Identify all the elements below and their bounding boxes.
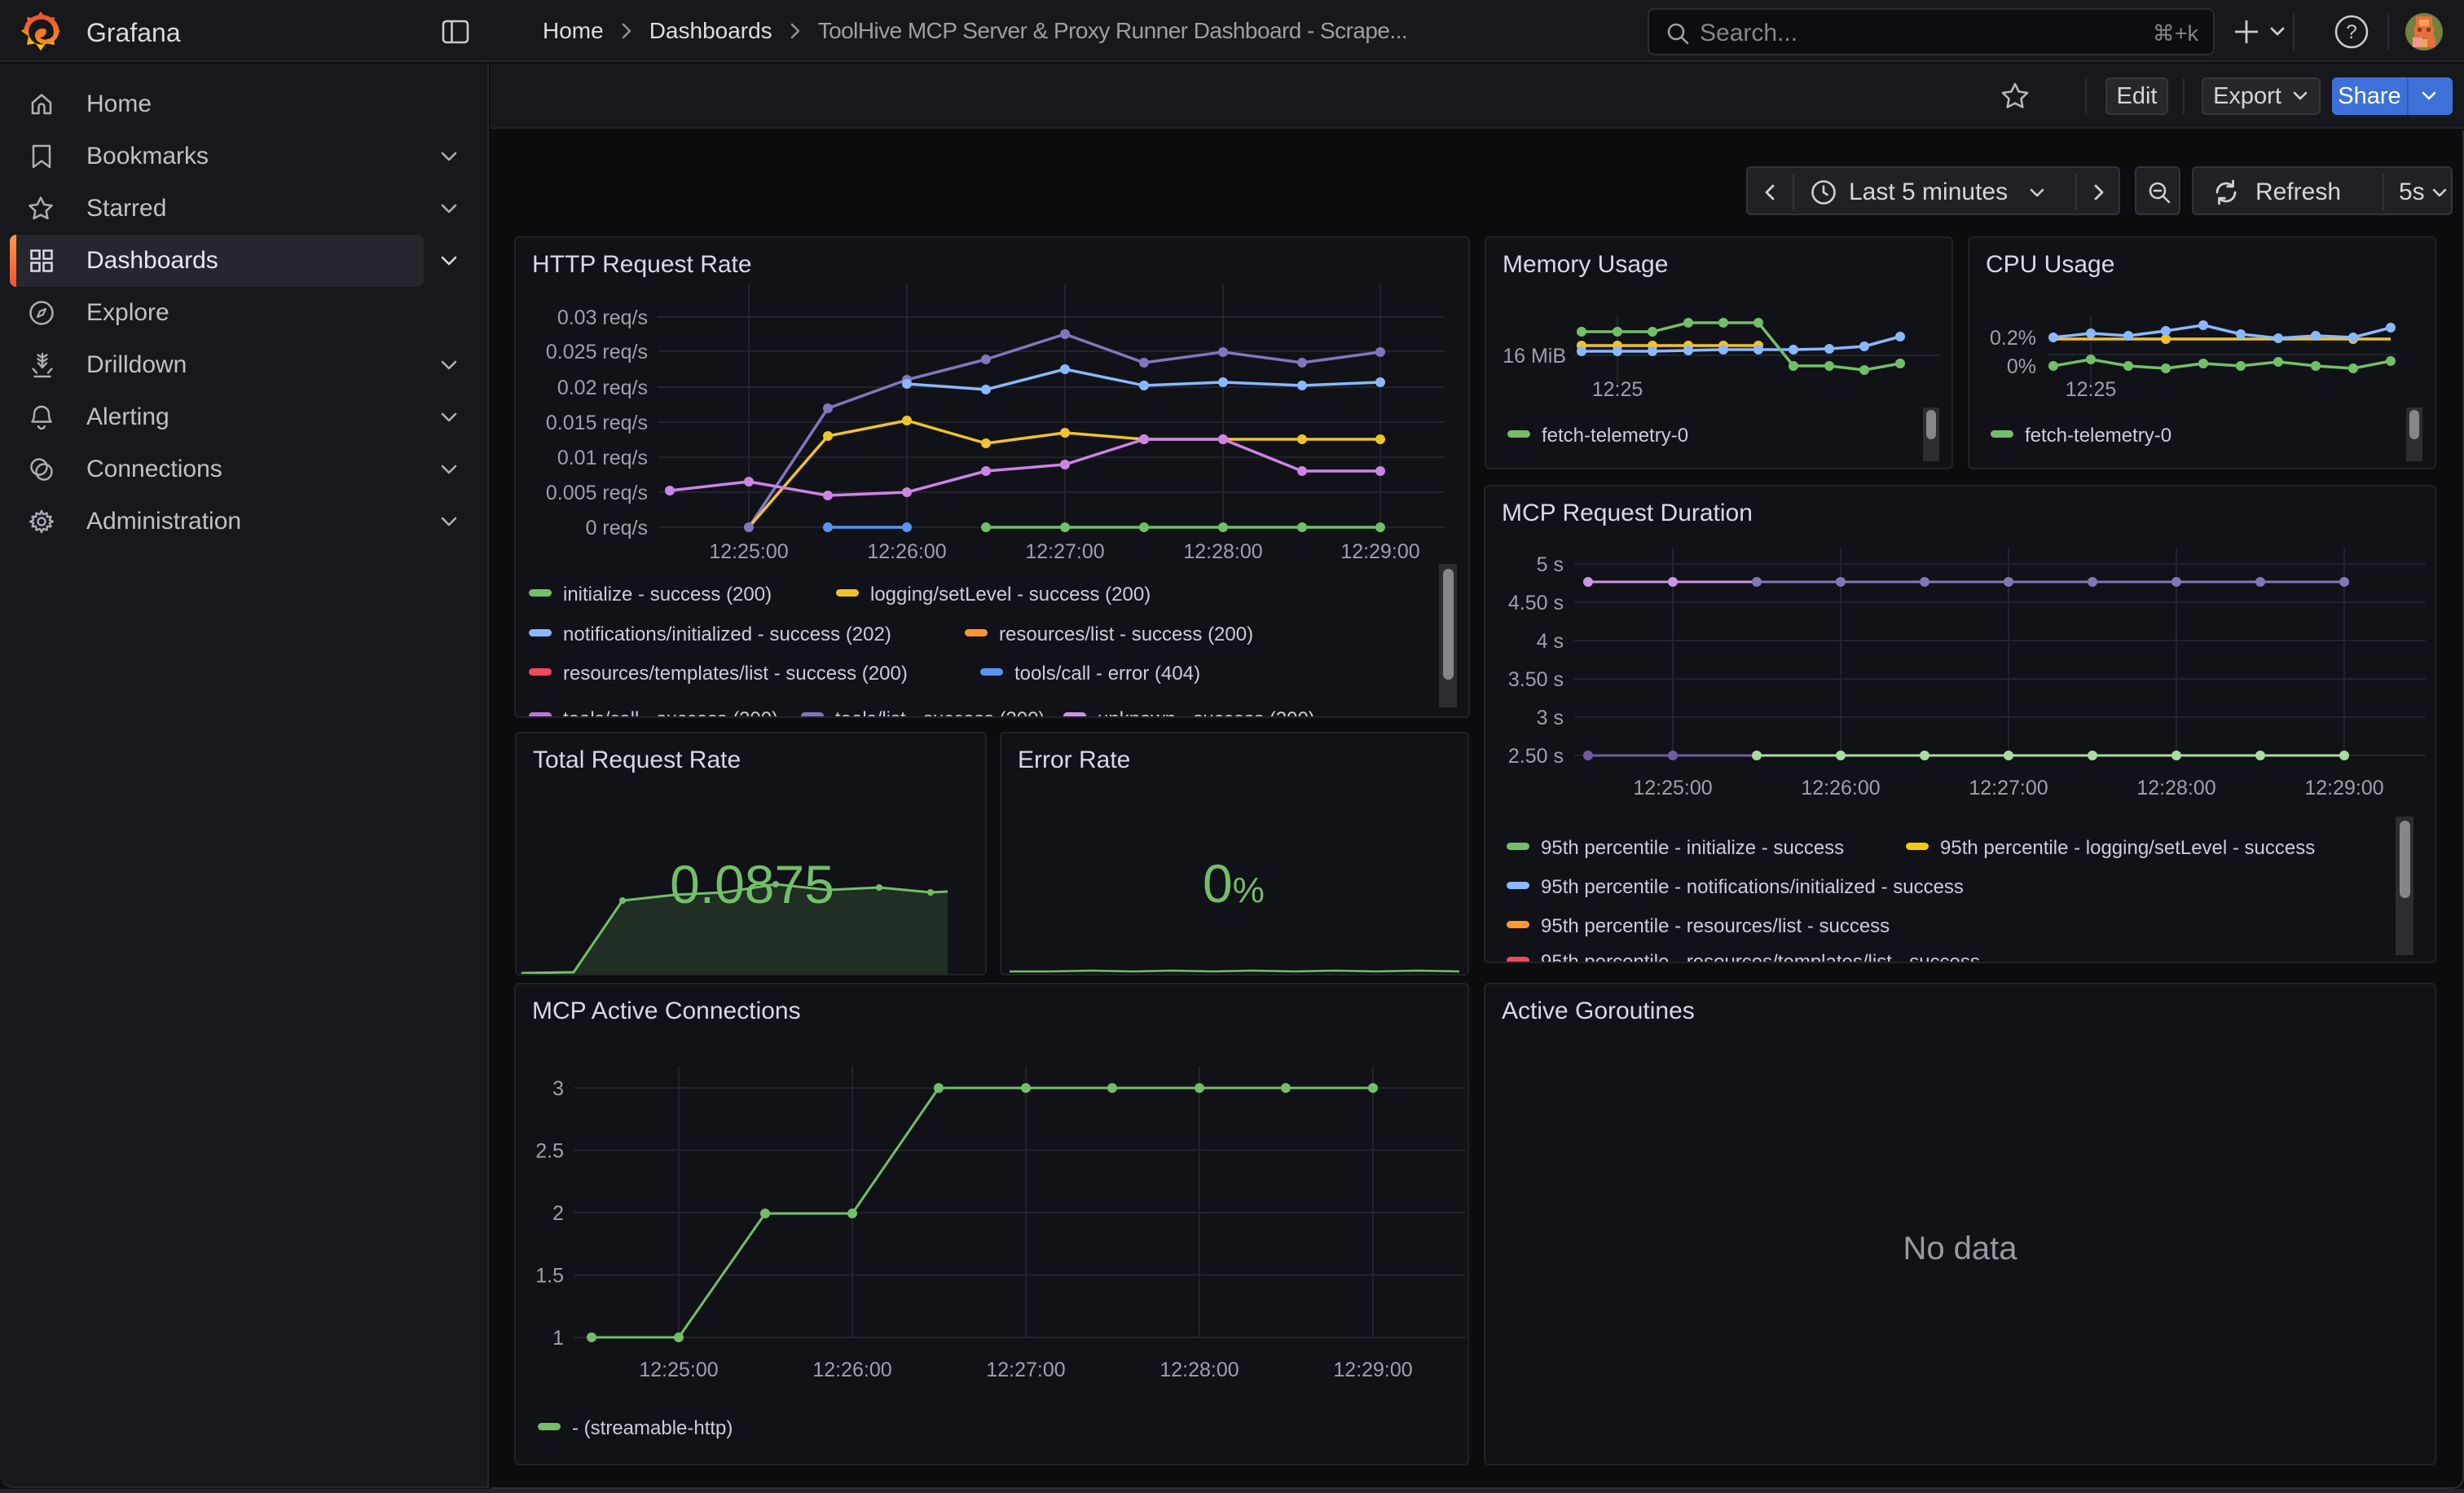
svg-text:12:28:00: 12:28:00	[1183, 540, 1262, 563]
svg-text:0.015 req/s: 0.015 req/s	[546, 412, 648, 434]
svg-text:12:26:00: 12:26:00	[812, 1359, 891, 1381]
svg-text:0%: 0%	[1203, 853, 1265, 914]
svg-text:4.50 s: 4.50 s	[1508, 592, 1564, 614]
svg-text:tools/list - success (200): tools/list - success (200)	[835, 708, 1045, 716]
svg-text:1: 1	[552, 1327, 564, 1350]
svg-text:12:27:00: 12:27:00	[1025, 540, 1104, 563]
svg-text:0.0875: 0.0875	[670, 854, 834, 914]
svg-text:0.03 req/s: 0.03 req/s	[557, 306, 648, 329]
svg-text:0.01 req/s: 0.01 req/s	[557, 447, 648, 469]
svg-text:?: ?	[2346, 21, 2356, 43]
svg-text:0%: 0%	[2007, 355, 2036, 378]
svg-text:2.50 s: 2.50 s	[1508, 745, 1564, 768]
svg-text:notifications/initialized - su: notifications/initialized - success (202…	[563, 623, 891, 645]
svg-text:12:25: 12:25	[2066, 378, 2117, 401]
svg-text:12:29:00: 12:29:00	[1333, 1359, 1412, 1381]
svg-text:tools/call - success (200): tools/call - success (200)	[563, 708, 778, 716]
svg-text:3 s: 3 s	[1537, 707, 1564, 729]
svg-text:initialize - success (200): initialize - success (200)	[563, 584, 772, 606]
svg-text:unknown - success (200): unknown - success (200)	[1098, 708, 1315, 716]
svg-text:16 MiB: 16 MiB	[1503, 345, 1566, 368]
svg-text:12:25:00: 12:25:00	[639, 1359, 718, 1381]
svg-text:95th percentile - logging/setL: 95th percentile - logging/setLevel - suc…	[1940, 837, 2315, 859]
svg-text:resources/list - success (200): resources/list - success (200)	[999, 623, 1253, 645]
svg-text:95th percentile - resources/li: 95th percentile - resources/list - succe…	[1541, 915, 1890, 937]
svg-text:0.025 req/s: 0.025 req/s	[546, 341, 648, 363]
svg-text:95th percentile - notification: 95th percentile - notifications/initiali…	[1541, 876, 1964, 898]
svg-text:0.02 req/s: 0.02 req/s	[557, 377, 648, 399]
svg-text:fetch-telemetry-0: fetch-telemetry-0	[2025, 425, 2171, 447]
svg-text:tools/call - error (404): tools/call - error (404)	[1014, 663, 1200, 685]
svg-text:0.2%: 0.2%	[1990, 327, 2036, 350]
svg-text:0.005 req/s: 0.005 req/s	[546, 482, 648, 504]
svg-text:1.5: 1.5	[535, 1265, 564, 1288]
svg-text:resources/templates/list - suc: resources/templates/list - success (200)	[563, 663, 908, 685]
svg-text:4 s: 4 s	[1537, 630, 1564, 653]
svg-text:12:25: 12:25	[1592, 378, 1643, 401]
svg-text:12:29:00: 12:29:00	[1340, 540, 1419, 563]
svg-text:3: 3	[552, 1077, 564, 1100]
svg-text:3.50 s: 3.50 s	[1508, 668, 1564, 691]
svg-text:12:28:00: 12:28:00	[1159, 1359, 1239, 1381]
svg-text:12:25:00: 12:25:00	[709, 540, 788, 563]
svg-text:12:28:00: 12:28:00	[2136, 777, 2215, 799]
svg-text:95th percentile - initialize -: 95th percentile - initialize - success	[1541, 837, 1844, 859]
svg-text:12:27:00: 12:27:00	[1969, 777, 2048, 799]
svg-text:12:26:00: 12:26:00	[1801, 777, 1880, 799]
svg-text:5 s: 5 s	[1537, 553, 1564, 576]
svg-text:0 req/s: 0 req/s	[586, 517, 648, 540]
svg-text:logging/setLevel - success (20: logging/setLevel - success (200)	[870, 584, 1151, 606]
svg-text:12:27:00: 12:27:00	[986, 1359, 1065, 1381]
svg-text:- (streamable-http): - (streamable-http)	[572, 1417, 733, 1439]
svg-text:fetch-telemetry-0: fetch-telemetry-0	[1542, 425, 1688, 447]
svg-text:2: 2	[552, 1202, 564, 1225]
svg-text:12:25:00: 12:25:00	[1633, 777, 1712, 799]
svg-text:12:29:00: 12:29:00	[2304, 777, 2383, 799]
svg-text:95th percentile - resources/te: 95th percentile - resources/templates/li…	[1541, 951, 1980, 962]
svg-text:2.5: 2.5	[535, 1140, 564, 1163]
svg-text:12:26:00: 12:26:00	[867, 540, 946, 563]
